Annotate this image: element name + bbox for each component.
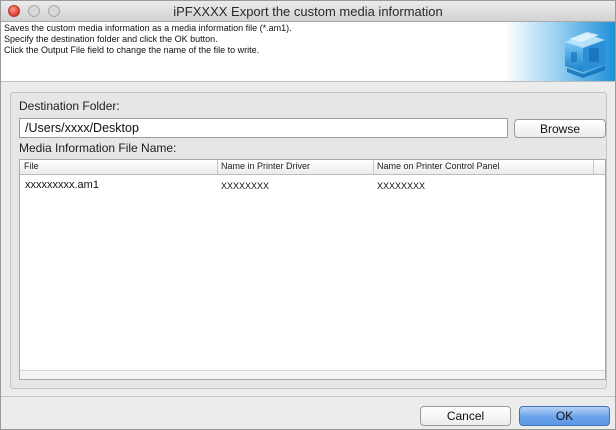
cancel-button[interactable]: Cancel bbox=[420, 406, 511, 426]
row-driver-name-cell[interactable]: XXXXXXXX bbox=[221, 181, 269, 191]
table-header: File Name in Printer Driver Name on Prin… bbox=[20, 160, 605, 175]
media-file-table[interactable]: File Name in Printer Driver Name on Prin… bbox=[19, 159, 606, 380]
description-line: Saves the custom media information as a … bbox=[4, 23, 292, 33]
description-line: Click the Output File field to change th… bbox=[4, 45, 260, 55]
description-line: Specify the destination folder and click… bbox=[4, 34, 218, 44]
description-header: Saves the custom media information as a … bbox=[1, 22, 615, 82]
browse-button[interactable]: Browse bbox=[514, 119, 606, 138]
media-file-name-label: Media Information File Name: bbox=[19, 141, 177, 155]
destination-folder-label: Destination Folder: bbox=[19, 99, 120, 113]
window-title: iPFXXXX Export the custom media informat… bbox=[173, 4, 443, 19]
printer-logo-icon bbox=[505, 22, 615, 81]
ok-button[interactable]: OK bbox=[519, 406, 610, 426]
row-file-cell[interactable]: xxxxxxxxx.am1 bbox=[25, 179, 99, 191]
column-divider[interactable] bbox=[217, 160, 218, 174]
footer-divider bbox=[1, 396, 615, 397]
column-header-panel-name[interactable]: Name on Printer Control Panel bbox=[377, 161, 500, 171]
row-panel-name-cell[interactable]: XXXXXXXX bbox=[377, 181, 425, 191]
column-header-driver-name[interactable]: Name in Printer Driver bbox=[221, 161, 310, 171]
column-header-file[interactable]: File bbox=[24, 161, 39, 171]
column-divider[interactable] bbox=[373, 160, 374, 174]
description-text: Saves the custom media information as a … bbox=[4, 23, 292, 56]
title-bar[interactable]: iPFXXXX Export the custom media informat… bbox=[1, 1, 615, 22]
export-media-window: iPFXXXX Export the custom media informat… bbox=[0, 0, 616, 430]
column-divider[interactable] bbox=[593, 160, 594, 174]
destination-folder-input[interactable] bbox=[19, 118, 508, 138]
horizontal-scrollbar[interactable] bbox=[20, 370, 605, 379]
